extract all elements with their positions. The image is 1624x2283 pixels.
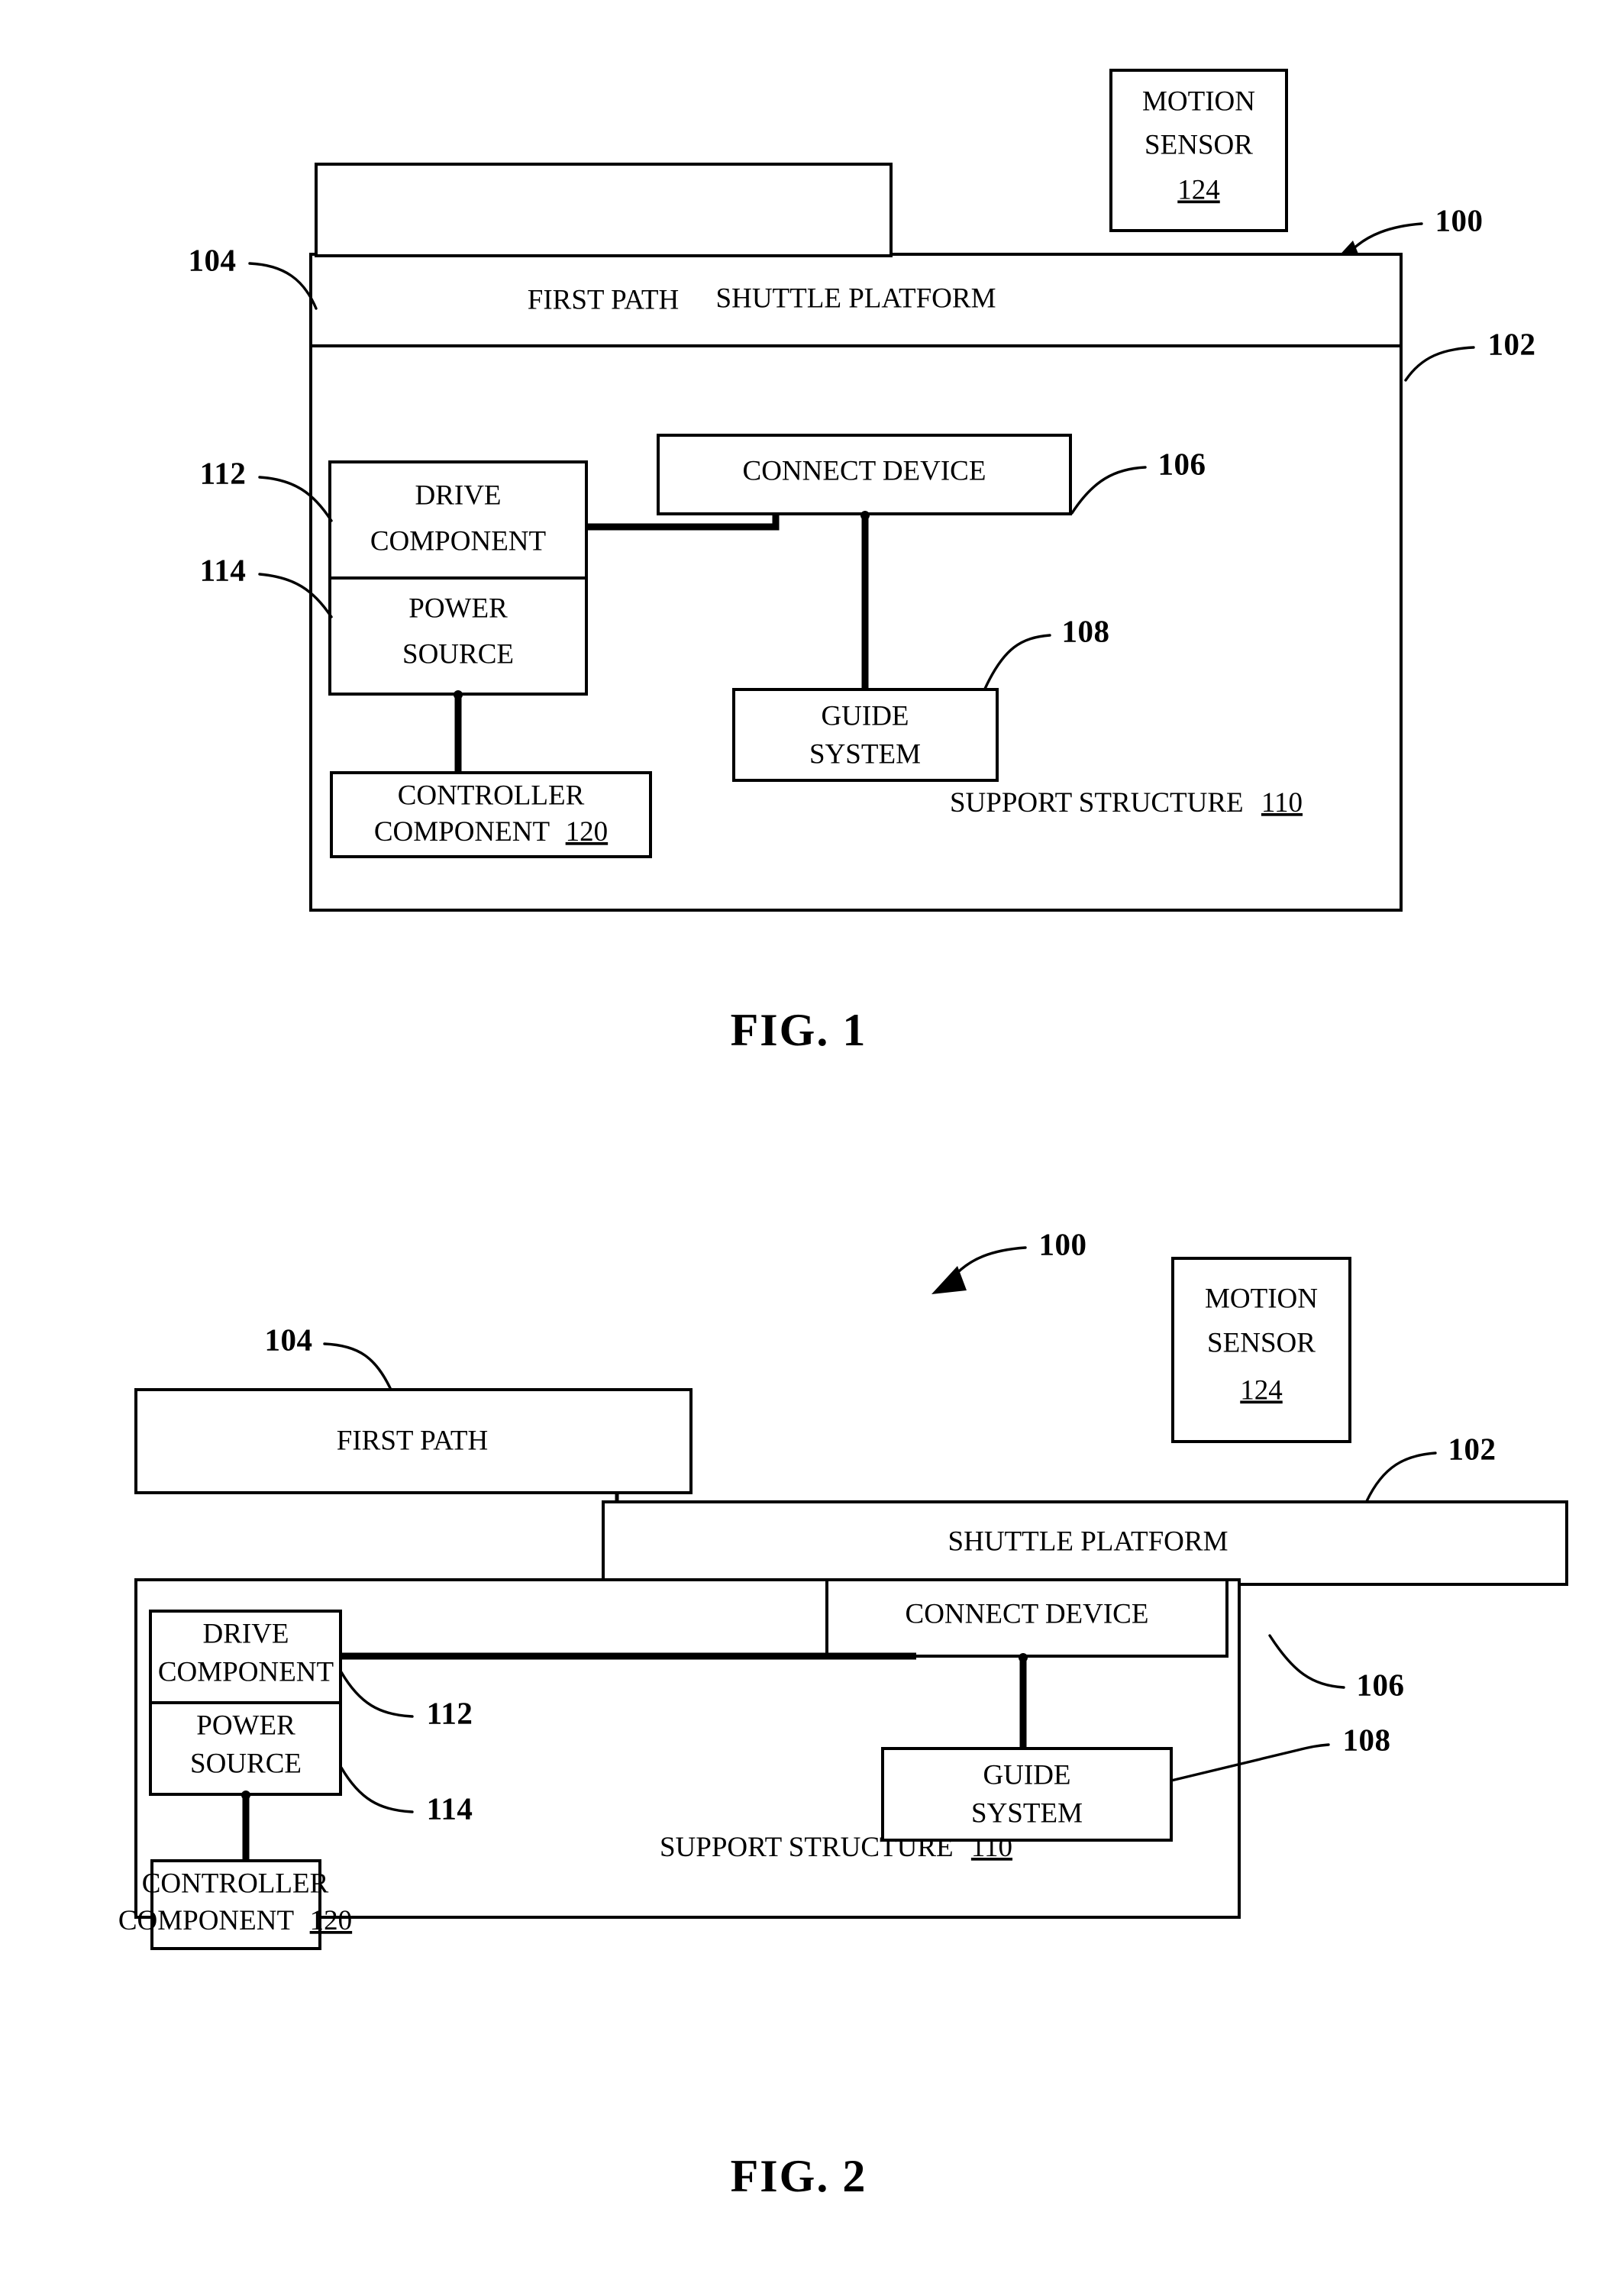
fig1-ref-108-number: 108 <box>1062 613 1110 648</box>
fig2-ref-100-number: 100 <box>1039 1226 1087 1261</box>
fig1-ref-112-number: 112 <box>200 455 247 490</box>
fig2-first-path-label: FIRST PATH <box>337 1425 488 1456</box>
fig2-ref-104-leader <box>323 1342 392 1391</box>
fig2-ref-102-number: 102 <box>1448 1431 1496 1466</box>
fig1-power-source-label-line2: SOURCE <box>402 638 514 670</box>
fig1-ref-102-leader <box>1404 346 1475 382</box>
fig2-motion-sensor-label-line2: SENSOR <box>1207 1327 1316 1358</box>
fig2-ref-108-number: 108 <box>1343 1722 1391 1757</box>
fig2-ref-106-number: 106 <box>1357 1667 1405 1702</box>
fig2-ref-102-leader <box>1365 1451 1437 1503</box>
fig1-guide-system-label-line1: GUIDE <box>821 700 909 731</box>
fig1-ref-100-leader <box>1348 222 1423 254</box>
fig2-connect-link-junction <box>1019 1653 1028 1662</box>
fig1-drive-component-label-line2: COMPONENT <box>370 525 546 557</box>
fig1-drive-component-label-line1: DRIVE <box>415 480 501 511</box>
fig2-power-source-label-line1: POWER <box>196 1710 295 1741</box>
fig2-guide-system-label-line1: GUIDE <box>983 1759 1070 1791</box>
fig1-controller-component-label-line2: COMPONENT 120 <box>374 816 608 848</box>
fig1-ref-114-number: 114 <box>200 552 247 587</box>
fig2-power-link-junction <box>241 1791 250 1800</box>
fig1-first-path-box <box>315 163 893 257</box>
fig1-ref-102-number: 102 <box>1488 326 1536 361</box>
fig2-connect-device-label: CONNECT DEVICE <box>906 1598 1149 1629</box>
fig1-support-structure-text: SUPPORT STRUCTURE <box>950 787 1244 819</box>
figure-2: 100 MOTION SENSOR 124 FIRST PATH 104 SHU… <box>118 1226 1568 2201</box>
fig2-ref-112-number: 112 <box>427 1695 473 1730</box>
fig1-support-structure-label: SUPPORT STRUCTURE 110 <box>950 787 1303 819</box>
patent-drawing-sheet: MOTION SENSOR 124 100 SUPPORT STRUCTURE … <box>0 0 1624 2283</box>
fig2-caption: FIG. 2 <box>731 2151 867 2201</box>
fig1-power-source-label-line1: POWER <box>408 593 508 624</box>
fig2-power-source-label-line2: SOURCE <box>190 1748 302 1779</box>
fig2-drive-component-label-line1: DRIVE <box>202 1618 289 1649</box>
fig2-controller-component-ref: 120 <box>310 1905 353 1936</box>
fig1-motion-sensor-ref: 124 <box>1177 174 1220 205</box>
fig1-motion-sensor-label-line2: SENSOR <box>1145 129 1253 160</box>
fig2-guide-system-label-line2: SYSTEM <box>971 1797 1083 1829</box>
fig2-ref-100-leader <box>951 1246 1027 1279</box>
fig1-power-link-junction <box>454 690 463 699</box>
figure-1: MOTION SENSOR 124 100 SUPPORT STRUCTURE … <box>189 69 1536 1055</box>
fig1-ref-100-number: 100 <box>1435 202 1484 237</box>
fig2-controller-component-label-line1: CONTROLLER <box>142 1868 329 1899</box>
fig2-drive-component-label-line2: COMPONENT <box>158 1656 334 1687</box>
fig1-controller-component-ref: 120 <box>566 816 609 848</box>
fig2-controller-component-text: COMPONENT <box>118 1905 294 1936</box>
figures-canvas: MOTION SENSOR 124 100 SUPPORT STRUCTURE … <box>118 69 1568 2201</box>
fig1-motion-sensor-label-line1: MOTION <box>1142 86 1255 117</box>
fig1-controller-component-text: COMPONENT <box>374 816 550 848</box>
fig1-shuttle-platform-label: SHUTTLE PLATFORM <box>716 283 996 314</box>
fig1-ref-104-number: 104 <box>189 242 237 277</box>
fig1-controller-component-label-line1: CONTROLLER <box>398 780 585 811</box>
fig1-caption: FIG. 1 <box>731 1005 867 1055</box>
fig2-ref-104-number: 104 <box>265 1322 313 1357</box>
fig2-shuttle-platform-label: SHUTTLE PLATFORM <box>948 1526 1228 1557</box>
fig1-first-path-label: FIRST PATH <box>528 284 679 315</box>
fig2-ref-106-leader <box>1268 1634 1345 1689</box>
fig1-ref-106-number: 106 <box>1158 446 1206 481</box>
fig1-connect-device-label: CONNECT DEVICE <box>743 455 986 486</box>
fig1-support-structure-ref: 110 <box>1261 787 1303 819</box>
fig1-guide-system-label-line2: SYSTEM <box>809 738 921 770</box>
fig1-ref-104-leader <box>248 262 318 310</box>
fig2-motion-sensor-label-line1: MOTION <box>1205 1283 1318 1314</box>
fig1-connect-link-junction <box>860 511 870 520</box>
fig2-motion-sensor-ref: 124 <box>1240 1374 1283 1406</box>
fig2-controller-component-label-line2: COMPONENT 120 <box>118 1905 352 1936</box>
fig2-ref-114-number: 114 <box>427 1791 473 1826</box>
